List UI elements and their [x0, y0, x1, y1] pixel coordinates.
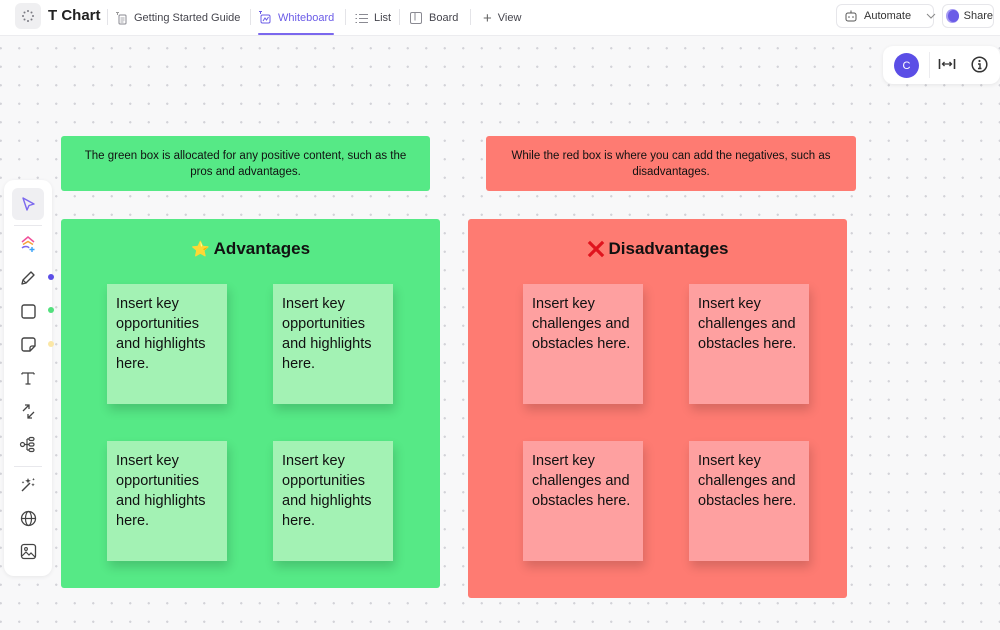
magic-wand-icon	[21, 478, 35, 492]
collaboration-panel: C	[883, 46, 1000, 84]
automate-label: Automate	[864, 10, 912, 22]
advantage-sticky-note[interactable]: Insert key opportunities and highlights …	[107, 284, 227, 404]
disadvantage-sticky-note[interactable]: Insert key challenges and obstacles here…	[523, 284, 643, 404]
share-avatar-icon	[948, 10, 959, 22]
board-icon	[409, 11, 423, 25]
sticky-note-icon	[20, 336, 36, 352]
disadvantages-title-text: Disadvantages	[608, 239, 729, 258]
advantages-box[interactable]: ⭐ Advantages Insert key opportunities an…	[61, 219, 440, 588]
divider	[345, 9, 346, 25]
add-view-label: View	[497, 12, 522, 24]
advantages-title: ⭐ Advantages	[61, 239, 440, 259]
advantages-title-text: Advantages	[213, 239, 311, 258]
tab-list[interactable]: List	[354, 0, 391, 36]
select-tool[interactable]	[12, 188, 44, 220]
list-icon	[354, 11, 368, 25]
divider	[107, 9, 108, 25]
disadvantage-sticky-note[interactable]: Insert key challenges and obstacles here…	[689, 284, 809, 404]
advantage-sticky-note[interactable]: Insert key opportunities and highlights …	[273, 441, 393, 561]
sticky-note-text: Insert key opportunities and highlights …	[116, 453, 206, 529]
green-banner-text: The green box is allocated for any posit…	[84, 149, 407, 178]
red-instruction-banner[interactable]: While the red box is where you can add t…	[486, 136, 856, 191]
mind-map-tool[interactable]	[12, 428, 44, 460]
tab-board[interactable]: Board	[409, 0, 458, 36]
advantage-sticky-note[interactable]: Insert key opportunities and highlights …	[273, 284, 393, 404]
sticky-note-text: Insert key challenges and obstacles here…	[532, 296, 631, 352]
top-navigation-bar: T Chart Getting Started Guide Whiteboard…	[0, 0, 1000, 36]
red-x-icon	[587, 240, 605, 258]
text-tool[interactable]	[12, 362, 44, 394]
automate-button[interactable]: Automate	[836, 4, 936, 28]
tab-getting-started-guide[interactable]: Getting Started Guide	[114, 0, 240, 36]
advantage-sticky-note[interactable]: Insert key opportunities and highlights …	[107, 441, 227, 561]
fit-width-icon[interactable]	[938, 57, 956, 71]
embed-web-tool[interactable]	[12, 502, 44, 534]
disadvantages-box[interactable]: Disadvantages Insert key challenges and …	[468, 219, 847, 598]
sticky-color-dot	[48, 341, 54, 347]
shape-tool[interactable]	[12, 295, 44, 327]
image-icon	[20, 543, 36, 559]
ai-generate-tool[interactable]	[12, 228, 44, 260]
sticky-note-text: Insert key challenges and obstacles here…	[532, 453, 631, 509]
mind-map-icon	[19, 436, 35, 452]
disadvantage-sticky-note[interactable]: Insert key challenges and obstacles here…	[523, 441, 643, 561]
shape-color-dot	[48, 307, 54, 313]
info-icon[interactable]	[971, 56, 988, 73]
sticky-note-tool[interactable]	[12, 328, 44, 360]
sticky-note-text: Insert key opportunities and highlights …	[116, 296, 206, 372]
pen-tool[interactable]	[12, 262, 44, 294]
cursor-icon	[22, 197, 35, 211]
loading-dots-icon	[22, 10, 34, 22]
user-avatar[interactable]: C	[894, 53, 919, 78]
disadvantages-title: Disadvantages	[468, 239, 847, 259]
sticky-note-text: Insert key opportunities and highlights …	[282, 453, 372, 529]
whiteboard-toolbar	[4, 180, 52, 576]
add-view-button[interactable]: + View	[483, 0, 521, 36]
connector-tool[interactable]	[12, 395, 44, 427]
chevron-down-icon[interactable]	[926, 13, 936, 19]
pen-icon	[21, 271, 35, 285]
share-button[interactable]: Share	[942, 4, 994, 28]
active-tab-indicator	[258, 33, 334, 35]
doc-status-button[interactable]	[15, 3, 41, 29]
tab-label: Board	[429, 12, 459, 24]
tab-label: Getting Started Guide	[134, 12, 241, 24]
divider	[14, 225, 42, 226]
whiteboard-icon	[258, 11, 272, 25]
divider	[399, 9, 400, 25]
robot-icon	[844, 9, 858, 23]
red-banner-text: While the red box is where you can add t…	[511, 149, 831, 178]
green-instruction-banner[interactable]: The green box is allocated for any posit…	[61, 136, 430, 191]
globe-icon	[20, 510, 36, 526]
sticky-note-text: Insert key challenges and obstacles here…	[698, 453, 797, 509]
divider	[250, 9, 251, 25]
plus-icon: +	[483, 9, 492, 27]
sticky-note-text: Insert key opportunities and highlights …	[282, 296, 372, 372]
ai-shapes-icon	[21, 236, 35, 252]
text-icon	[21, 372, 35, 385]
divider	[14, 466, 42, 467]
divider	[470, 9, 471, 25]
image-tool[interactable]	[12, 535, 44, 567]
page-title: T Chart	[48, 7, 101, 24]
doc-icon	[114, 11, 128, 25]
tab-label: List	[374, 12, 392, 24]
square-icon	[20, 303, 36, 319]
magic-tool[interactable]	[12, 469, 44, 501]
divider	[929, 52, 930, 78]
share-label: Share	[963, 10, 993, 22]
pen-color-dot	[48, 274, 54, 280]
connector-arrows-icon	[22, 403, 34, 419]
tab-whiteboard[interactable]: Whiteboard	[258, 0, 334, 36]
star-icon: ⭐	[190, 241, 210, 258]
disadvantage-sticky-note[interactable]: Insert key challenges and obstacles here…	[689, 441, 809, 561]
tab-label: Whiteboard	[278, 12, 335, 24]
sticky-note-text: Insert key challenges and obstacles here…	[698, 296, 797, 352]
